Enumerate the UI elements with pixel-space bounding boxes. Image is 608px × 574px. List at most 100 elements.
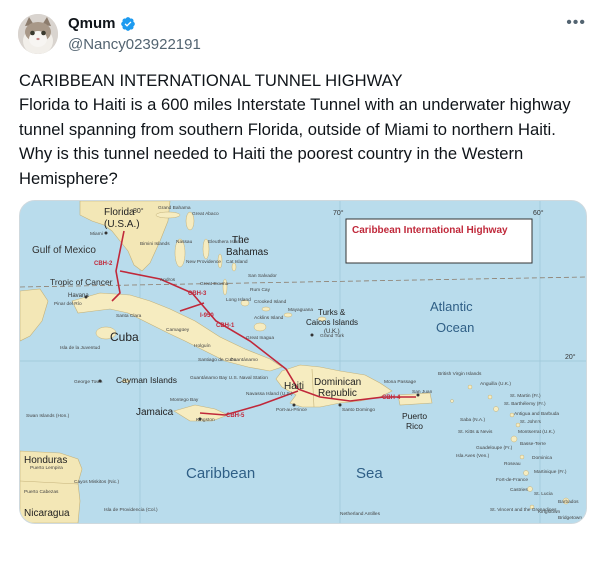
tweet-text: CARIBBEAN INTERNATIONAL TUNNEL HIGHWAY F… (19, 69, 591, 191)
tweet-body: Florida to Haiti is a 600 miles Intersta… (19, 95, 571, 188)
label-jamaica: Jamaica (136, 407, 174, 418)
label-bahamas: Bahamas (226, 247, 268, 258)
verified-badge-icon (120, 16, 135, 31)
place-santo-domingo: Santo Domingo (342, 407, 375, 413)
place-basse-terre: Basse-Terre (520, 441, 546, 447)
label-atlantic: Atlantic (430, 299, 473, 314)
place-saba: Saba (N.A.) (460, 417, 485, 423)
label-rico: Rico (406, 421, 423, 431)
place-camaguey: Camagüey (166, 327, 190, 333)
place-st-johns: St. John's (520, 419, 542, 425)
place-st-kitts: St. Kitts & Nevis (458, 429, 493, 435)
place-kingston: Kingston (196, 417, 215, 423)
label-gulf: Gulf of Mexico (32, 245, 96, 256)
place-isla-juventud: Isla de la Juventud (60, 345, 100, 351)
label-cayman: Cayman Islands (116, 375, 177, 385)
route-cbh2: CBH-2 (94, 261, 113, 267)
place-rum-cay: Rum Cay (250, 287, 271, 293)
route-i950: I-950 (200, 313, 214, 319)
place-great-abaco: Great Abaco (192, 211, 219, 217)
place-st-barthelemy: St. Barthélemy (Fr.) (504, 401, 546, 407)
place-eleuthera: Eleuthera Island (208, 239, 243, 245)
place-holguin: Holguín (194, 343, 211, 349)
tweet-title: CARIBBEAN INTERNATIONAL TUNNEL HIGHWAY (19, 71, 403, 90)
label-caribbean: Caribbean (186, 465, 255, 482)
place-virgin-islands: British Virgin Islands (438, 371, 482, 377)
place-guadeloupe: Guadeloupe (Fr.) (476, 445, 513, 451)
cat-avatar-image (18, 14, 58, 54)
place-fort-de-france: Fort-de-France (496, 477, 528, 483)
place-anguilla: Anguilla (U.K.) (480, 381, 511, 387)
lat-20-label: 20° (565, 353, 576, 361)
place-roseau: Roseau (504, 461, 521, 467)
place-montego: Montego Bay (170, 397, 199, 403)
place-miami: Miami (90, 231, 103, 237)
label-honduras: Honduras (24, 455, 67, 466)
label-republic: Republic (318, 388, 357, 399)
place-pinar: Pinar del Río (54, 301, 82, 307)
label-nicaragua: Nicaragua (24, 508, 70, 519)
label-florida: Florida (104, 207, 135, 218)
author-avatar[interactable] (18, 14, 58, 54)
lon-60-label: 60° (533, 209, 544, 217)
route-cbh4: CBH-4 (382, 395, 401, 401)
place-dominica: Dominica (532, 455, 552, 461)
banner-text: Caribbean International Highway (352, 225, 508, 236)
place-san-juan: San Juan (412, 389, 433, 395)
place-puerto-cabezas: Puerto Cabezas (24, 489, 59, 495)
place-navassa: Navassa Island (U.S.) (246, 391, 293, 397)
place-great-exuma: Great Exuma (200, 281, 229, 287)
author-handle[interactable]: @Nancy023922191 (68, 36, 201, 53)
place-santa-clara: Santa Clara (116, 313, 142, 319)
route-cbh5: CBH-5 (226, 413, 245, 419)
place-antigua: Antigua and Barbuda (514, 411, 559, 417)
place-port-au-prince: Port-au-Prince (276, 407, 307, 413)
place-st-lucia: St. Lucia (534, 491, 553, 497)
label-tropic: Tropic of Cancer (50, 277, 113, 287)
place-barbados: Barbados (558, 499, 579, 505)
place-grand-bahama: Grand Bahama (158, 205, 191, 211)
label-sea: Sea (356, 465, 383, 482)
place-crooked: Crooked Island (254, 299, 287, 305)
place-castries: Castries (510, 487, 528, 493)
place-long-island: Long Island (226, 297, 251, 303)
label-caicos: Caicos Islands (306, 318, 358, 327)
place-great-inagua: Great Inagua (246, 335, 274, 341)
place-nassau: Nassau (176, 239, 193, 245)
place-san-salvador: San Salvador (248, 273, 277, 279)
place-mayaguana: Mayaguana (288, 307, 313, 313)
place-bimini: Bimini Islands (140, 241, 170, 247)
place-guantanamo-bay: Guantánamo Bay U.S. Naval Station (190, 375, 268, 381)
place-george-town: George Town (74, 379, 103, 385)
place-mona: Mona Passage (384, 379, 416, 385)
lon-70-label: 70° (333, 209, 344, 217)
place-kingstown: Kingstown (538, 509, 560, 515)
place-acklins: Acklins Island (254, 315, 284, 321)
route-cbh3: CBH-3 (188, 291, 207, 297)
place-guantanamo: Guantánamo (230, 357, 258, 363)
author-name-row: Qmum (68, 15, 136, 32)
place-st-martin: St. Martin (Fr.) (510, 393, 541, 399)
label-florida-usa: (U.S.A.) (104, 219, 140, 230)
tweet-map-image[interactable]: Caribbean International Highway 80° 70° … (19, 200, 587, 524)
place-netherlands-antilles: Netherland Antilles (340, 511, 381, 517)
route-cbh1: CBH-1 (216, 323, 235, 329)
place-providencia: Isla de Providencia (Col.) (104, 507, 158, 513)
place-cayos: Cayos Miskitos (Nic.) (74, 479, 119, 485)
place-andros: Andros (160, 277, 176, 283)
place-new-providence: New Providence (186, 259, 221, 265)
place-cat-island: Cat Island (226, 259, 248, 265)
place-isla-aves: Isla Aves (Ven.) (456, 453, 490, 459)
place-swan: Swan Islands (Hon.) (26, 413, 70, 419)
place-bridgetown: Bridgetown (558, 515, 582, 521)
place-grand-turk: Grand Turk (320, 333, 345, 339)
author-name[interactable]: Qmum (68, 15, 116, 32)
label-ocean: Ocean (436, 320, 474, 335)
place-martinique: Martinique (Fr.) (534, 469, 567, 475)
more-options-icon[interactable]: ••• (566, 14, 586, 32)
label-turks: Turks & (318, 308, 346, 317)
label-dominican: Dominican (314, 377, 361, 388)
place-montserrat: Montserrat (U.K.) (518, 429, 555, 435)
label-puerto: Puerto (402, 411, 427, 421)
lon-80-label: 80° (133, 207, 144, 215)
